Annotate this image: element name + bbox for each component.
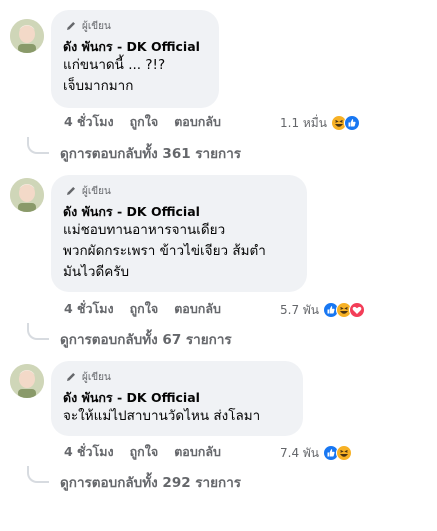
author-name[interactable]: ดัง พันกร - DK Official	[63, 203, 295, 220]
reply-button[interactable]: ตอบกลับ	[174, 442, 221, 462]
comment-bubble: ผู้เขียน ดัง พันกร - DK Official แก่ขนาด…	[51, 10, 219, 108]
love-reaction-icon	[349, 302, 366, 318]
comment-text-line: พวกผัดกระเพรา ข้าวไข่เจียว ส้มตำ	[63, 243, 266, 259]
thread-connector	[27, 137, 49, 154]
reaction-summary[interactable]: 7.4 พัน	[280, 443, 353, 463]
author-name[interactable]: ดัง พันกร - DK Official	[63, 38, 207, 55]
like-button[interactable]: ถูกใจ	[130, 299, 159, 319]
comment-bubble: ผู้เขียน ดัง พันกร - DK Official จะให้แม…	[51, 361, 303, 436]
comment-actions: 4 ชั่วโมง ถูกใจ ตอบกลับ	[64, 112, 221, 132]
comment-text-line: แก่ขนาดนี้ ... ?!?	[63, 57, 166, 73]
author-name[interactable]: ดัง พันกร - DK Official	[63, 389, 291, 406]
comment-text-line: แม่ชอบทานอาหารจานเดียว	[63, 222, 226, 238]
reaction-count: 1.1 หมื่น	[280, 115, 327, 130]
pencil-icon	[65, 185, 77, 197]
view-replies-link[interactable]: ดูการตอบกลับทั้ง 292 รายการ	[60, 473, 241, 493]
comment-bubble: ผู้เขียน ดัง พันกร - DK Official แม่ชอบท…	[51, 175, 307, 292]
like-button[interactable]: ถูกใจ	[130, 112, 159, 132]
reaction-summary[interactable]: 5.7 พัน	[280, 300, 366, 320]
author-badge-label: ผู้เขียน	[82, 185, 111, 197]
avatar[interactable]	[10, 19, 44, 53]
reply-button[interactable]: ตอบกลับ	[174, 299, 221, 319]
author-badge: ผู้เขียน	[65, 182, 295, 200]
comment: ผู้เขียน ดัง พันกร - DK Official แก่ขนาด…	[0, 10, 437, 180]
view-replies-link[interactable]: ดูการตอบกลับทั้ง 67 รายการ	[60, 330, 232, 350]
view-replies-link[interactable]: ดูการตอบกลับทั้ง 361 รายการ	[60, 144, 241, 164]
comment-text-line: จะให้แม่ไปสาบานวัดไหน ส่งโลมา	[63, 408, 261, 424]
avatar[interactable]	[10, 178, 44, 212]
author-badge: ผู้เขียน	[65, 368, 291, 386]
comment-timestamp[interactable]: 4 ชั่วโมง	[64, 299, 114, 319]
comment: ผู้เขียน ดัง พันกร - DK Official จะให้แม…	[0, 361, 437, 531]
reaction-summary[interactable]: 1.1 หมื่น	[280, 113, 360, 133]
reaction-count: 7.4 พัน	[280, 445, 320, 460]
comment-text-line: มันไวดีครับ	[63, 264, 130, 280]
haha-reaction-icon	[336, 445, 353, 461]
like-button[interactable]: ถูกใจ	[130, 442, 159, 462]
comment-timestamp[interactable]: 4 ชั่วโมง	[64, 442, 114, 462]
comment-timestamp[interactable]: 4 ชั่วโมง	[64, 112, 114, 132]
pencil-icon	[65, 20, 77, 32]
avatar[interactable]	[10, 364, 44, 398]
thread-connector	[27, 466, 49, 483]
thread-connector	[27, 323, 49, 340]
comment-actions: 4 ชั่วโมง ถูกใจ ตอบกลับ	[64, 442, 221, 462]
author-badge: ผู้เขียน	[65, 17, 207, 35]
author-badge-label: ผู้เขียน	[82, 371, 111, 383]
reaction-count: 5.7 พัน	[280, 302, 320, 317]
pencil-icon	[65, 371, 77, 383]
comment-actions: 4 ชั่วโมง ถูกใจ ตอบกลับ	[64, 299, 221, 319]
reply-button[interactable]: ตอบกลับ	[174, 112, 221, 132]
author-badge-label: ผู้เขียน	[82, 20, 111, 32]
comment: ผู้เขียน ดัง พันกร - DK Official แม่ชอบท…	[0, 175, 437, 348]
comment-text-line: เจ็บมากมาก	[63, 78, 134, 94]
like-reaction-icon	[343, 115, 360, 131]
